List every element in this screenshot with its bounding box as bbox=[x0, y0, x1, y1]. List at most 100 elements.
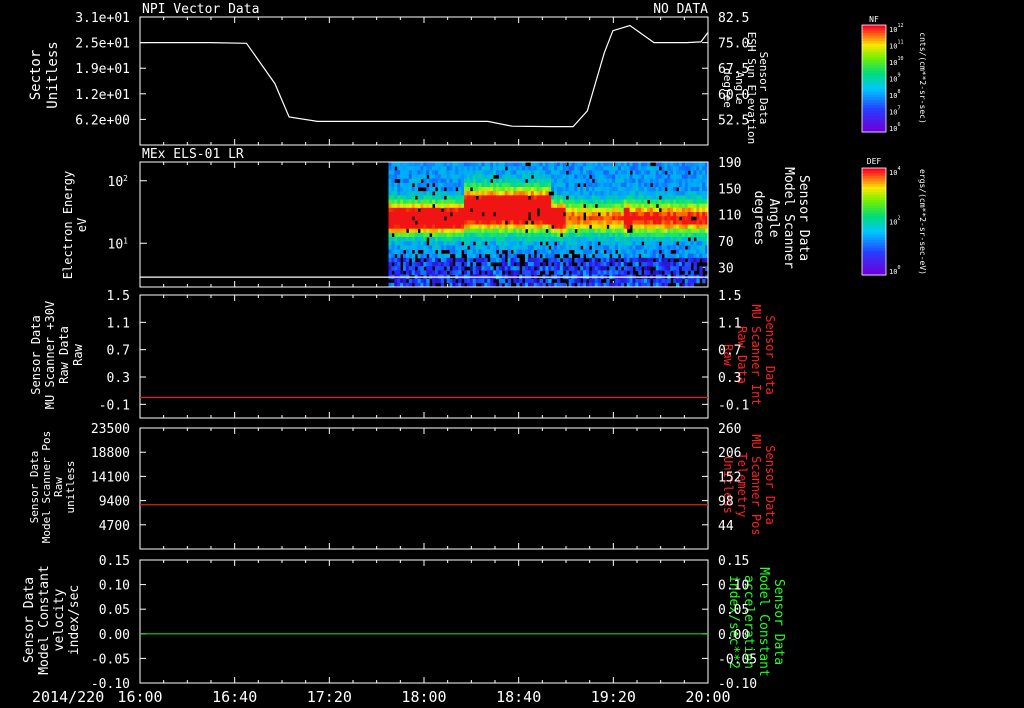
spectrogram-cell bbox=[449, 182, 453, 188]
spectrogram-cell bbox=[449, 245, 453, 250]
spectrogram-cell bbox=[530, 182, 535, 188]
spectrogram-cell bbox=[615, 170, 619, 175]
spectrogram-cell bbox=[461, 174, 465, 180]
spectrogram-cell bbox=[516, 237, 520, 242]
spectrogram-cell bbox=[519, 195, 523, 200]
spectrogram-cell bbox=[455, 170, 459, 175]
spectrogram-cell bbox=[623, 245, 628, 250]
spectrogram-cell bbox=[478, 178, 482, 184]
spectrogram-cell bbox=[446, 207, 450, 213]
spectrogram-cell bbox=[539, 178, 543, 184]
spectrogram-cell bbox=[397, 249, 401, 255]
spectrogram-cell bbox=[469, 228, 474, 234]
spectrogram-cell bbox=[429, 241, 433, 246]
spectrogram-cell bbox=[644, 249, 648, 255]
spectrogram-cell bbox=[600, 228, 604, 234]
spectrogram-cell bbox=[507, 253, 511, 259]
spectrogram-cell bbox=[652, 170, 657, 175]
spectrogram-cell bbox=[551, 182, 555, 188]
spectrogram-cell bbox=[548, 266, 552, 271]
spectrogram-cell bbox=[670, 224, 674, 230]
spectrogram-cell bbox=[464, 178, 468, 184]
spectrogram-cell bbox=[452, 207, 456, 213]
spectrogram-cell bbox=[397, 203, 401, 209]
spectrogram-cell bbox=[458, 270, 462, 275]
spectrogram-cell bbox=[554, 162, 558, 167]
spectrogram-cell bbox=[565, 245, 570, 250]
spectrogram-cell bbox=[542, 262, 546, 267]
spectrogram-cell bbox=[652, 195, 657, 200]
spectrogram-cell bbox=[638, 187, 642, 192]
panel5-right-tick-label: 0.05 bbox=[718, 603, 749, 618]
spectrogram-cell bbox=[525, 262, 529, 267]
spectrogram-cell bbox=[556, 232, 561, 238]
spectrogram-cell bbox=[676, 237, 680, 242]
spectrogram-cell bbox=[638, 170, 642, 175]
panel2-right-tick-label: 150 bbox=[718, 182, 741, 197]
spectrogram-cell bbox=[699, 237, 703, 242]
spectrogram-cell bbox=[487, 187, 491, 192]
spectrogram-cell bbox=[452, 195, 456, 200]
panel1-left-tick-label: 1.9e+01 bbox=[75, 62, 130, 77]
spectrogram-cell bbox=[426, 178, 430, 184]
panel5-right-tick-label: 0.15 bbox=[718, 554, 749, 569]
spectrogram-cell bbox=[702, 199, 706, 205]
spectrogram-cell bbox=[655, 191, 660, 196]
spectrogram-cell bbox=[574, 162, 578, 167]
spectrogram-cell bbox=[623, 187, 628, 192]
panel3-left-label-line: Sensor Data bbox=[29, 315, 43, 394]
spectrogram-cell bbox=[670, 178, 674, 184]
spectrogram-cell bbox=[687, 232, 692, 238]
spectrogram-cell bbox=[548, 162, 552, 167]
spectrogram-cell bbox=[574, 166, 578, 171]
spectrogram-cell bbox=[525, 166, 529, 171]
spectrogram-cell bbox=[414, 207, 419, 213]
spectrogram-cell bbox=[676, 253, 680, 259]
spectrogram-cell bbox=[466, 166, 471, 171]
spectrogram-cell bbox=[594, 212, 599, 217]
spectrogram-cell bbox=[612, 237, 616, 242]
spectrogram-cell bbox=[681, 187, 686, 192]
spectrogram-cell bbox=[615, 220, 619, 225]
spectrogram-cell bbox=[423, 174, 427, 180]
spectrogram-cell bbox=[664, 182, 668, 188]
spectrogram-cell bbox=[391, 257, 395, 263]
spectrogram-cell bbox=[588, 166, 593, 171]
spectrogram-cell bbox=[487, 170, 491, 175]
spectrogram-cell bbox=[414, 232, 419, 238]
spectrogram-cell bbox=[673, 224, 677, 230]
spectrogram-cell bbox=[571, 232, 575, 238]
spectrogram-cell bbox=[620, 182, 625, 188]
spectrogram-cell bbox=[420, 266, 424, 271]
spectrogram-cell bbox=[626, 187, 631, 192]
spectrogram-cell bbox=[647, 237, 651, 242]
spectrogram-cell bbox=[678, 278, 683, 284]
spectrogram-cell bbox=[461, 220, 465, 225]
spectrogram-cell bbox=[519, 207, 523, 213]
spectrogram-cell bbox=[437, 266, 442, 271]
spectrogram-cell bbox=[443, 162, 448, 167]
spectrogram-cell bbox=[559, 241, 564, 246]
spectrogram-cell bbox=[649, 191, 654, 196]
spectrogram-cell bbox=[597, 170, 602, 175]
spectrogram-cell bbox=[594, 166, 599, 171]
spectrogram-cell bbox=[609, 228, 613, 234]
spectrogram-cell bbox=[600, 203, 604, 209]
spectrogram-cell bbox=[391, 266, 395, 271]
spectrogram-cell bbox=[594, 162, 599, 167]
spectrogram-cell bbox=[519, 191, 523, 196]
spectrogram-cell bbox=[420, 232, 424, 238]
spectrogram-cell bbox=[600, 174, 604, 180]
spectrogram-cell bbox=[501, 266, 506, 271]
spectrogram-cell bbox=[693, 245, 697, 250]
spectrogram-cell bbox=[516, 249, 520, 255]
spectrogram-cell bbox=[556, 174, 561, 180]
spectrogram-cell bbox=[455, 262, 459, 267]
spectrogram-cell bbox=[606, 182, 610, 188]
spectrogram-cell bbox=[495, 182, 500, 188]
colorbar-nf-gradient bbox=[861, 24, 887, 133]
panel2-right-tick-label: 70 bbox=[718, 235, 734, 250]
spectrogram-cell bbox=[655, 195, 660, 200]
spectrogram-cell bbox=[684, 212, 689, 217]
spectrogram-cell bbox=[684, 220, 689, 225]
